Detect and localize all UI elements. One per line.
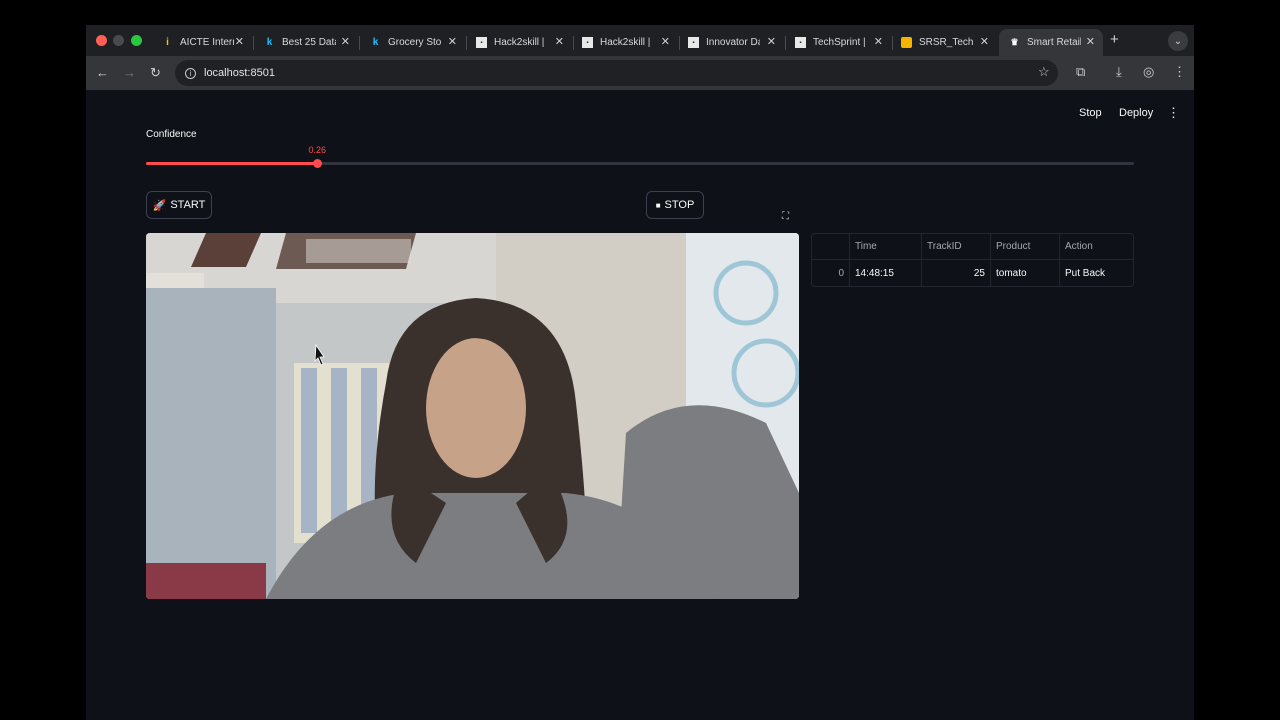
tab-srsr-slides[interactable]: SRSR_Techs ✕ [891, 29, 997, 56]
close-tab-icon[interactable]: ✕ [555, 35, 564, 48]
webcam-video-feed [146, 233, 799, 599]
streamlit-crown-icon: ♛ [1010, 37, 1019, 47]
kaggle-favicon-icon: k [372, 37, 379, 48]
close-tab-icon[interactable]: ✕ [448, 35, 457, 48]
column-header-product[interactable]: Product [991, 234, 1060, 259]
tab-title: Best 25 Data [282, 37, 336, 48]
column-header-time[interactable]: Time [850, 234, 922, 259]
table-row[interactable]: 0 14:48:15 25 tomato Put Back [812, 260, 1133, 286]
tab-hack2skill-2[interactable]: ▪ Hack2skill | ✕ [572, 29, 678, 56]
minimize-window-button[interactable] [113, 35, 124, 46]
browser-menu-icon[interactable]: ⋮ [1173, 64, 1186, 80]
hack2skill-favicon-icon: ▪ [476, 37, 487, 48]
bookmark-star-icon[interactable]: ☆ [1038, 64, 1050, 80]
product-cell: tomato [991, 260, 1060, 286]
address-bar[interactable]: i localhost:8501 [175, 60, 1058, 86]
confidence-slider[interactable]: 0.26 [146, 145, 1134, 168]
extensions-puzzle-icon[interactable]: ⧉ [1076, 64, 1085, 80]
deploy-button[interactable]: Deploy [1119, 107, 1153, 119]
tab-grocery-store[interactable]: k Grocery Sto ✕ [360, 29, 465, 56]
stop-button[interactable]: ■ STOP [646, 191, 704, 219]
close-tab-icon[interactable]: ✕ [661, 35, 670, 48]
column-header-index[interactable] [812, 234, 850, 259]
browser-window: i AICTE Intern ✕ k Best 25 Data ✕ k Groc… [86, 25, 1194, 720]
action-cell: Put Back [1065, 267, 1106, 279]
profile-icon[interactable]: ◎ [1143, 64, 1154, 80]
stop-square-icon: ■ [655, 200, 661, 210]
close-tab-icon[interactable]: ✕ [1086, 35, 1095, 48]
tab-search-chevron-icon[interactable]: ⌄ [1168, 31, 1188, 51]
close-window-button[interactable] [96, 35, 107, 46]
start-button-label: START [170, 199, 206, 211]
slider-thumb[interactable] [313, 159, 323, 168]
column-header-trackid[interactable]: TrackID [922, 234, 991, 259]
slides-favicon-icon [901, 37, 912, 48]
tab-title: AICTE Intern [180, 37, 234, 48]
hack2skill-favicon-icon: ▪ [582, 37, 593, 48]
site-info-icon[interactable]: i [185, 67, 196, 79]
aicte-favicon-icon: i [166, 37, 169, 48]
stop-app-button[interactable]: Stop [1079, 107, 1102, 119]
slider-value: 0.26 [308, 145, 326, 155]
rocket-icon: 🚀 [152, 199, 167, 212]
maximize-window-button[interactable] [131, 35, 142, 46]
time-cell: 14:48:15 [850, 260, 922, 286]
close-tab-icon[interactable]: ✕ [980, 35, 989, 48]
tab-title: SRSR_Techs [919, 37, 973, 48]
tab-techsprint[interactable]: ▪ TechSprint | ✕ [785, 29, 891, 56]
reload-icon[interactable]: ↻ [150, 65, 161, 81]
close-tab-icon[interactable]: ✕ [235, 35, 244, 48]
tab-title: Hack2skill | [494, 37, 545, 48]
hack2skill-favicon-icon: ▪ [795, 37, 806, 48]
slider-fill [146, 162, 318, 165]
browser-toolbar: ← → ↻ i localhost:8501 ☆ ⧉ ⤓ ◎ ⋮ [86, 56, 1194, 90]
close-tab-icon[interactable]: ✕ [767, 35, 776, 48]
events-table: Time TrackID Product Action 0 14:48:15 2… [811, 233, 1134, 287]
table-header-row: Time TrackID Product Action [812, 234, 1133, 260]
tab-hack2skill-1[interactable]: ▪ Hack2skill | ✕ [466, 29, 572, 56]
tab-title: Hack2skill | [600, 37, 651, 48]
hack2skill-favicon-icon: ▪ [688, 37, 699, 48]
streamlit-header: Stop Deploy ⋮ [86, 90, 1194, 135]
download-icon[interactable]: ⤓ [1116, 64, 1122, 80]
kaggle-favicon-icon: k [266, 37, 273, 48]
stop-button-label: STOP [664, 199, 695, 211]
tab-title: Grocery Sto [388, 37, 442, 48]
column-header-action[interactable]: Action [1060, 234, 1133, 259]
main-menu-icon[interactable]: ⋮ [1167, 105, 1180, 121]
tab-kaggle-datasets[interactable]: k Best 25 Data ✕ [254, 29, 358, 56]
close-tab-icon[interactable]: ✕ [341, 35, 350, 48]
tab-strip: i AICTE Intern ✕ k Best 25 Data ✕ k Groc… [86, 25, 1194, 56]
trackid-cell: 25 [922, 260, 991, 286]
address-url: localhost:8501 [204, 67, 275, 79]
tab-title: TechSprint | [813, 37, 866, 48]
tab-smart-retail[interactable]: ♛ Smart Retail ✕ [999, 29, 1103, 56]
tab-innovator[interactable]: ▪ Innovator Da ✕ [678, 29, 784, 56]
fullscreen-icon[interactable]: ⛶ [782, 211, 789, 222]
close-tab-icon[interactable]: ✕ [874, 35, 883, 48]
back-arrow-icon[interactable]: ← [96, 65, 109, 80]
new-tab-plus-icon[interactable]: + [1110, 31, 1119, 48]
tab-title: Innovator Da [706, 37, 760, 48]
start-button[interactable]: 🚀 START [146, 191, 212, 219]
row-index-cell: 0 [812, 260, 850, 286]
confidence-label: Confidence [146, 129, 197, 140]
tab-aicte[interactable]: i AICTE Intern ✕ [152, 29, 252, 56]
tab-title: Smart Retail [1027, 37, 1081, 48]
forward-arrow-icon[interactable]: → [123, 65, 136, 80]
webcam-frame-image [146, 233, 799, 599]
